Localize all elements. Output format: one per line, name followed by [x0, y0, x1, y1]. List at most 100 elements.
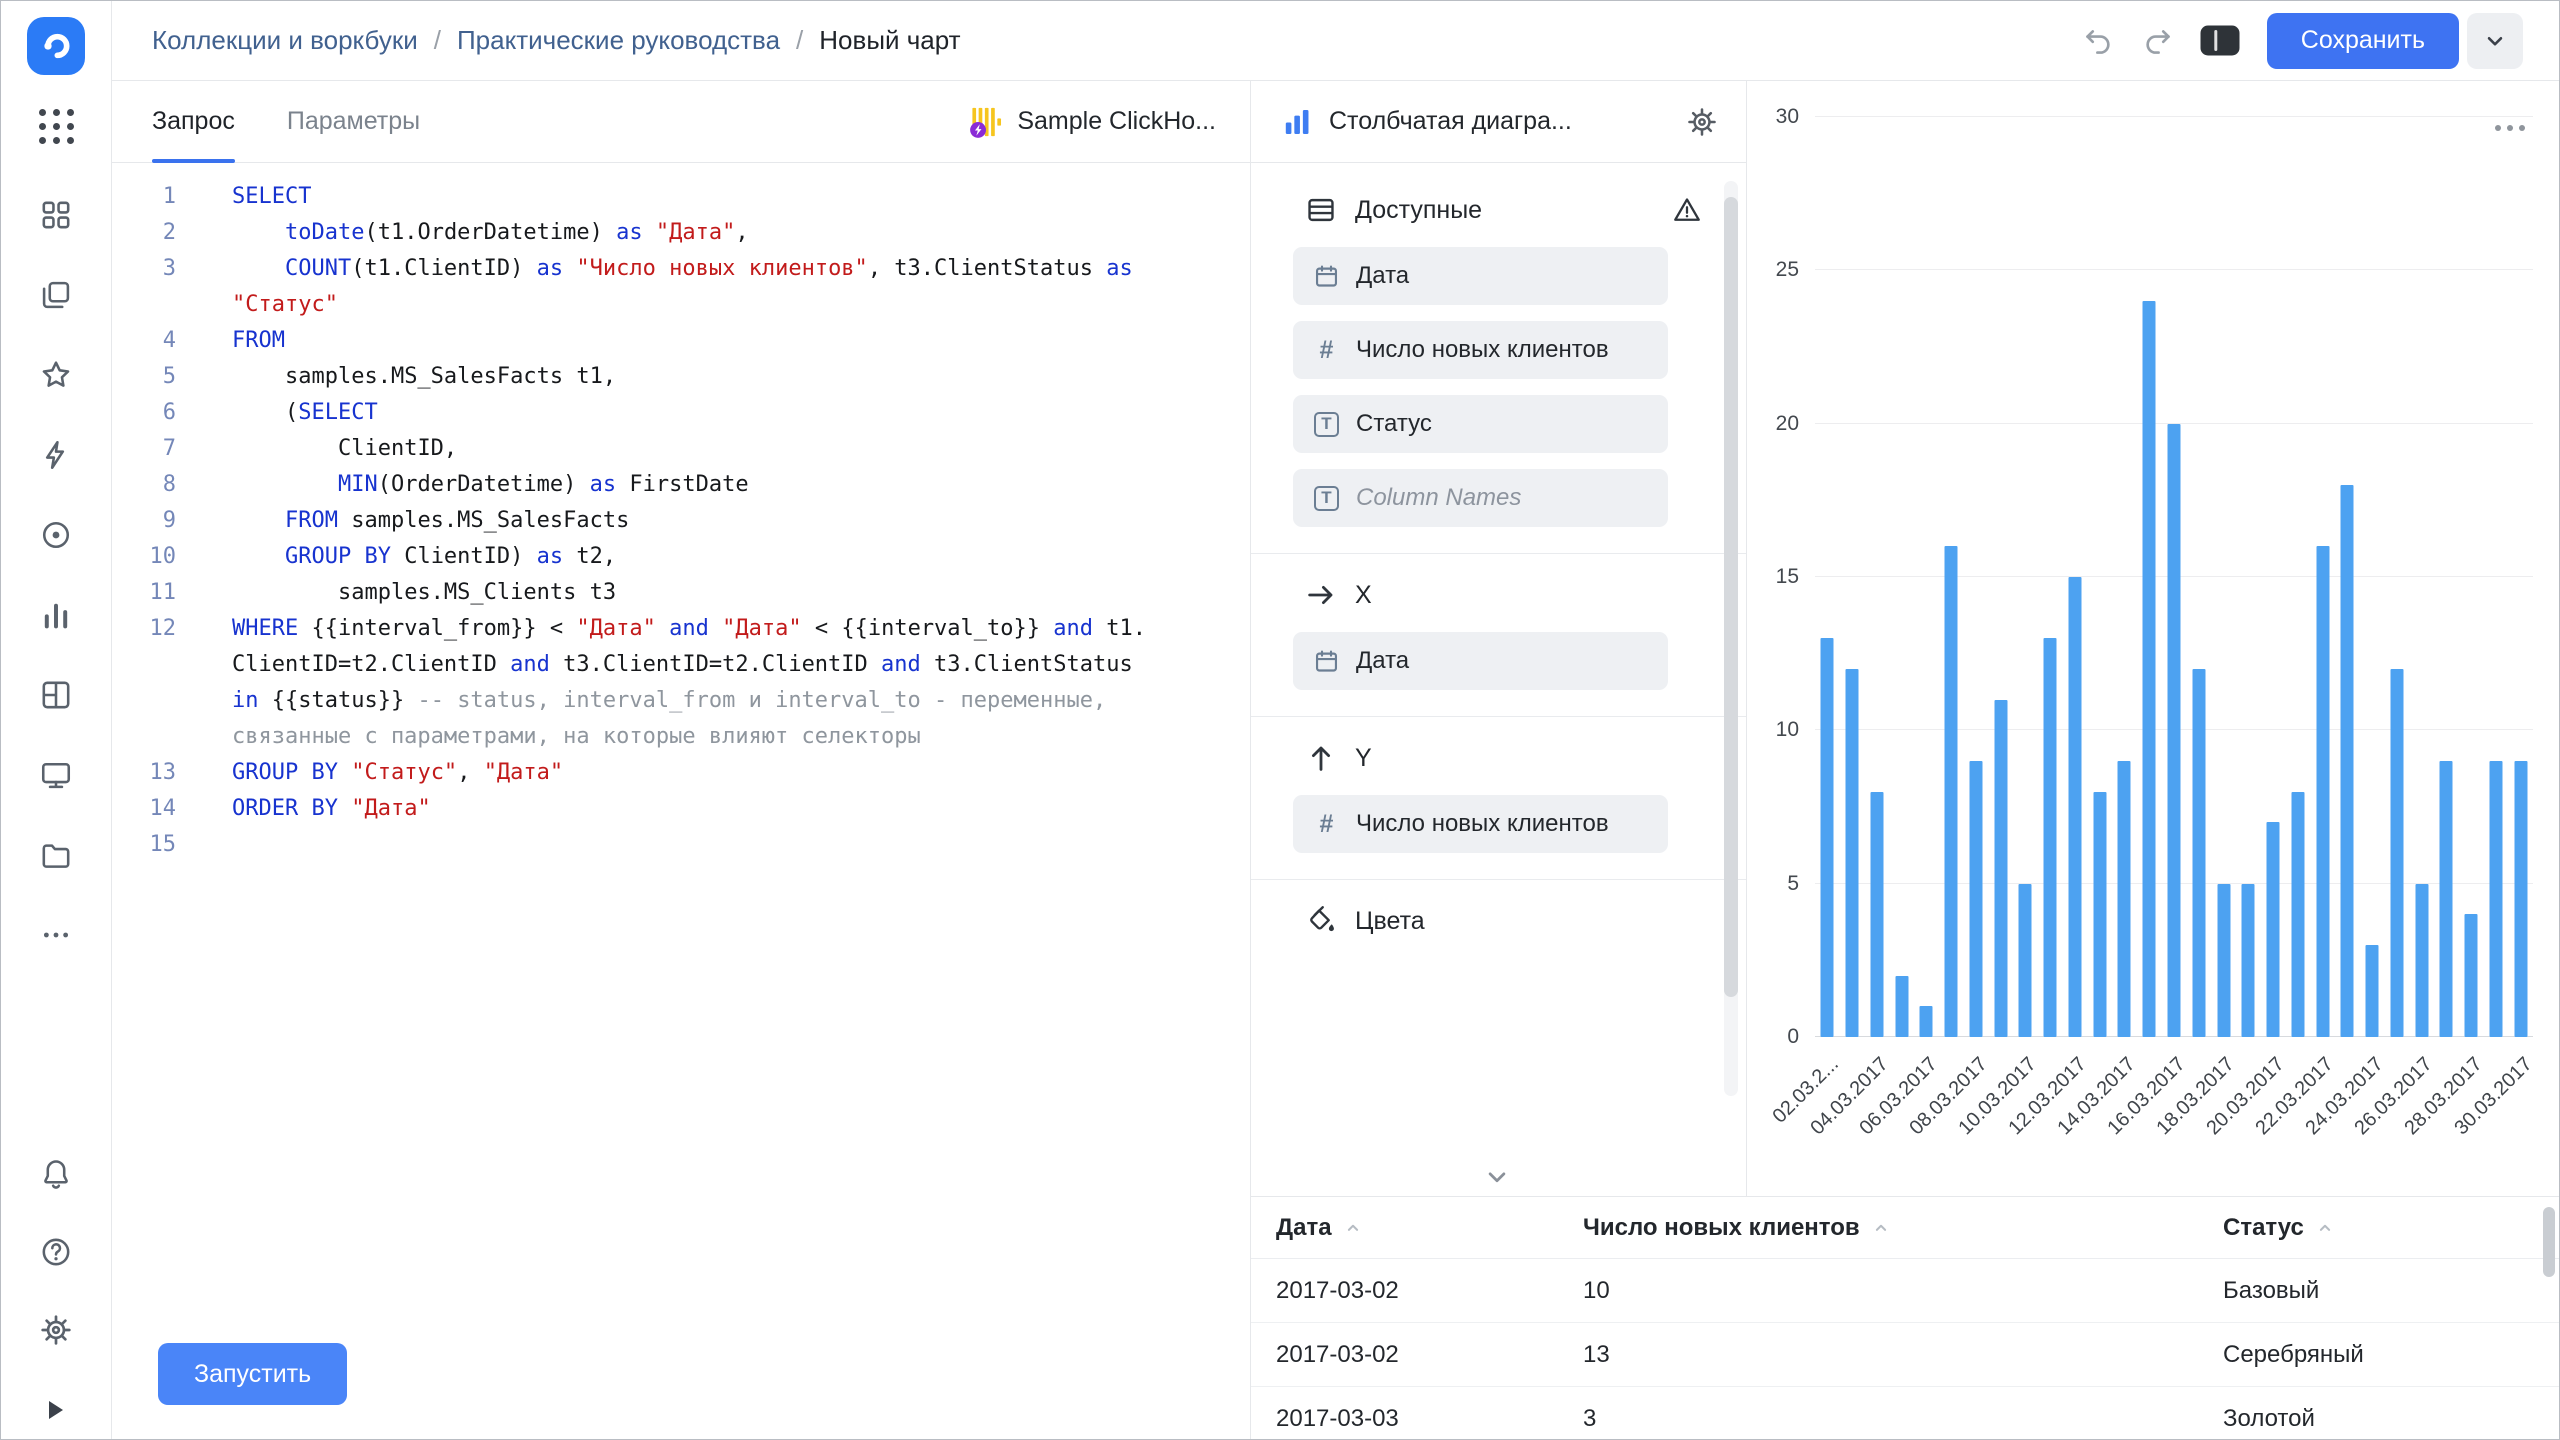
bar[interactable]	[2093, 792, 2106, 1037]
bar-chart-type-icon[interactable]	[1281, 106, 1313, 138]
calendar-icon	[1313, 263, 1340, 290]
notifications-bell-icon[interactable]	[39, 1157, 73, 1191]
table-cell: 2017-03-03	[1276, 1405, 1583, 1433]
bar[interactable]	[2217, 884, 2230, 1037]
editor-lightning-icon[interactable]	[39, 438, 73, 472]
bar[interactable]	[2341, 485, 2354, 1037]
config-expand-chevron[interactable]	[1482, 1162, 1516, 1192]
bar[interactable]	[2291, 792, 2304, 1037]
warning-icon[interactable]	[1672, 195, 1702, 225]
code-line[interactable]: 3 COUNT(t1.ClientID) as "Число новых кли…	[112, 251, 1250, 323]
bar[interactable]	[2465, 914, 2478, 1037]
table-cell: 2017-03-02	[1276, 1277, 1583, 1305]
code-line[interactable]: 5 samples.MS_SalesFacts t1,	[112, 359, 1250, 395]
breadcrumb-link-guides[interactable]: Практические руководства	[457, 25, 780, 56]
code-line[interactable]: 13GROUP BY "Статус", "Дата"	[112, 755, 1250, 791]
bar[interactable]	[2068, 577, 2081, 1037]
table-row: 2017-03-0210Базовый	[1251, 1259, 2559, 1323]
storage-folder-icon[interactable]	[39, 838, 73, 872]
undo-icon[interactable]	[2083, 25, 2115, 57]
bar[interactable]	[1821, 638, 1834, 1037]
tab-query[interactable]: Запрос	[152, 81, 235, 162]
column-header-status[interactable]: Статус	[2223, 1214, 2559, 1242]
field-chip-column-names[interactable]: T Column Names	[1293, 469, 1668, 527]
bar[interactable]	[2019, 884, 2032, 1037]
bar[interactable]	[2192, 669, 2205, 1037]
field-chip-measure[interactable]: # Число новых клиентов	[1293, 321, 1668, 379]
bar[interactable]	[1846, 669, 1859, 1037]
bar[interactable]	[1895, 976, 1908, 1037]
code-line[interactable]: 1SELECT	[112, 179, 1250, 215]
tab-parameters[interactable]: Параметры	[287, 81, 420, 162]
field-chip-status[interactable]: T Статус	[1293, 395, 1668, 453]
bar[interactable]	[2267, 822, 2280, 1037]
bar[interactable]	[2514, 761, 2527, 1037]
bar[interactable]	[2044, 638, 2057, 1037]
column-header-date[interactable]: Дата	[1276, 1214, 1583, 1242]
breadcrumb-link-collections[interactable]: Коллекции и воркбуки	[152, 25, 418, 56]
bar[interactable]	[2143, 301, 2156, 1037]
field-chip-x-date[interactable]: Дата	[1293, 632, 1668, 690]
bar[interactable]	[1994, 700, 2007, 1037]
bar[interactable]	[2168, 424, 2181, 1037]
column-header-new-clients[interactable]: Число новых клиентов	[1583, 1214, 2223, 1242]
bar[interactable]	[2390, 669, 2403, 1037]
code-line[interactable]: 10 GROUP BY ClientID) as t2,	[112, 539, 1250, 575]
more-icon[interactable]	[39, 918, 73, 952]
field-chip-y-measure[interactable]: # Число новых клиентов	[1293, 795, 1668, 853]
panel-toggle-icon[interactable]	[2199, 24, 2241, 58]
sql-editor[interactable]: 1SELECT2 toDate(t1.OrderDatetime) as "Да…	[112, 163, 1250, 1439]
clickhouse-icon	[969, 105, 1003, 139]
bar[interactable]	[2366, 945, 2379, 1037]
bar[interactable]	[2489, 761, 2502, 1037]
code-line[interactable]: 11 samples.MS_Clients t3	[112, 575, 1250, 611]
bar[interactable]	[1870, 792, 1883, 1037]
bar[interactable]	[1945, 546, 1958, 1037]
bar[interactable]	[1920, 1006, 1933, 1037]
settings-gear-icon[interactable]	[39, 1313, 73, 1347]
charts-icon[interactable]	[39, 598, 73, 632]
bar[interactable]	[1969, 761, 1982, 1037]
connection-name: Sample ClickHo...	[1017, 107, 1216, 136]
chart-preview: 051015202530 02.03.2...04.03.201706.03.2…	[1747, 81, 2559, 1196]
code-line[interactable]: 9 FROM samples.MS_SalesFacts	[112, 503, 1250, 539]
datalens-logo[interactable]	[27, 17, 85, 75]
sidebar-expand-button[interactable]	[39, 1395, 73, 1425]
save-more-button[interactable]	[2467, 13, 2523, 69]
bar[interactable]	[2440, 761, 2453, 1037]
code-line[interactable]: 6 (SELECT	[112, 395, 1250, 431]
bar[interactable]	[2415, 884, 2428, 1037]
query-tabs: Запрос Параметры	[112, 81, 1250, 163]
chart-type-label[interactable]: Столбчатая диагра...	[1329, 107, 1670, 136]
apps-grid-icon[interactable]	[39, 109, 74, 144]
code-line[interactable]: 4FROM	[112, 323, 1250, 359]
dashboards-icon[interactable]	[39, 678, 73, 712]
main: Коллекции и воркбуки / Практические руко…	[112, 1, 2559, 1439]
code-line[interactable]: 2 toDate(t1.OrderDatetime) as "Дата",	[112, 215, 1250, 251]
code-line[interactable]: 8 MIN(OrderDatetime) as FirstDate	[112, 467, 1250, 503]
redo-icon[interactable]	[2141, 25, 2173, 57]
help-question-icon[interactable]	[39, 1235, 73, 1269]
code-line[interactable]: 12WHERE {{interval_from}} < "Дата" and "…	[112, 611, 1250, 755]
bar[interactable]	[2316, 546, 2329, 1037]
collections-icon[interactable]	[39, 198, 73, 232]
favorites-star-icon[interactable]	[39, 358, 73, 392]
bar[interactable]	[2118, 761, 2131, 1037]
bar[interactable]	[2242, 884, 2255, 1037]
workbooks-icon[interactable]	[39, 278, 73, 312]
code-line[interactable]: 7 ClientID,	[112, 431, 1250, 467]
code-text: MIN(OrderDatetime) as FirstDate	[232, 467, 749, 503]
page-title: Новый чарт	[819, 25, 960, 56]
monitoring-icon[interactable]	[39, 758, 73, 792]
config-scrollbar-thumb[interactable]	[1724, 197, 1738, 997]
field-chip-date[interactable]: Дата	[1293, 247, 1668, 305]
field-label: Дата	[1356, 262, 1409, 290]
run-button[interactable]: Запустить	[158, 1343, 347, 1405]
table-scrollbar-thumb[interactable]	[2543, 1207, 2555, 1277]
chart-settings-gear-icon[interactable]	[1686, 106, 1718, 138]
code-line[interactable]: 14ORDER BY "Дата"	[112, 791, 1250, 827]
connections-icon[interactable]	[39, 518, 73, 552]
save-button[interactable]: Сохранить	[2267, 13, 2459, 69]
connection-selector[interactable]: Sample ClickHo...	[969, 105, 1216, 139]
code-line[interactable]: 15	[112, 827, 1250, 863]
